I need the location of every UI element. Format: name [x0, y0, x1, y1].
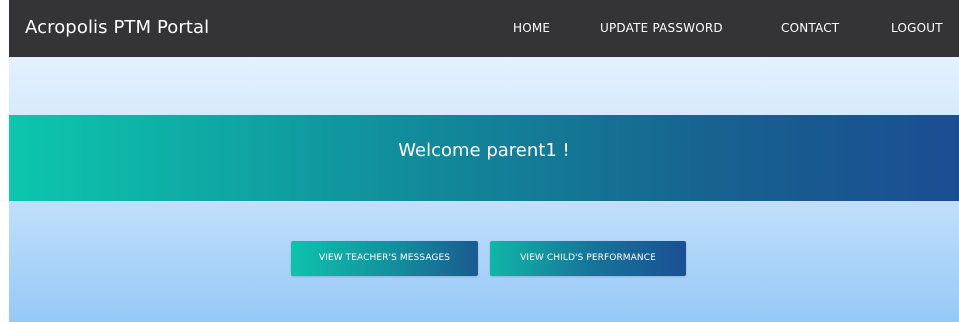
nav-link-update-password[interactable]: UPDATE PASSWORD: [600, 20, 723, 36]
nav-link-logout[interactable]: LOGOUT: [891, 20, 943, 36]
view-teacher-messages-button[interactable]: VIEW TEACHER'S MESSAGES: [291, 241, 478, 276]
top-navbar: Acropolis PTM Portal HOME UPDATE PASSWOR…: [9, 0, 959, 57]
app-frame: Acropolis PTM Portal HOME UPDATE PASSWOR…: [9, 0, 959, 322]
brand-title[interactable]: Acropolis PTM Portal: [25, 17, 209, 39]
nav-link-contact[interactable]: CONTACT: [781, 20, 839, 36]
nav-link-home[interactable]: HOME: [513, 20, 550, 36]
welcome-message: Welcome parent1 !: [398, 140, 570, 161]
view-child-performance-button[interactable]: VIEW CHILD'S PERFORMANCE: [490, 241, 686, 276]
